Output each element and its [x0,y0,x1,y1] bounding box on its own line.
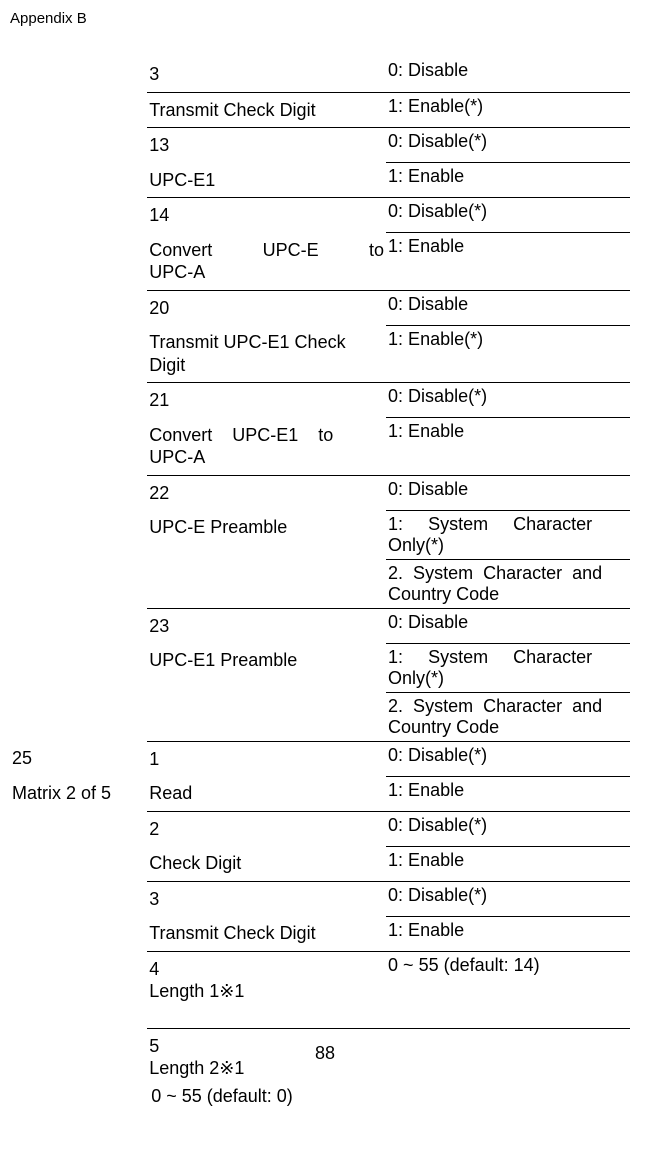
option-cell: 0: Disable(*) [386,881,630,916]
param-name: Check Digit [149,849,384,878]
param-name: Convert UPC-E1 toUPC-A [149,421,384,472]
option-cell: 0: Disable [386,608,630,643]
param-num: 22 [149,479,384,508]
option-cell: 0: Disable(*) [386,198,630,233]
option-cell: 0: Disable(*) [386,128,630,163]
option-cell: 0: Disable [386,290,630,325]
param-name: UPC-E1 Preamble [149,646,384,675]
page-header: Appendix B [10,10,630,27]
param-num: 3 [149,64,159,84]
param-num: 20 [149,294,384,323]
option-cell: 1: System Character Only(*) [386,510,630,559]
param-num: 23 [149,612,384,641]
param-num: 3 [149,885,384,914]
option-cell: 2. System Character and Country Code [386,692,630,741]
option-cell: 1: Enable(*) [386,325,630,383]
param-name: Convert UPC-E toUPC-A [149,236,384,287]
option-cell: 0: Disable(*) [386,741,630,776]
param-num: 4 [149,959,159,979]
option-cell: 0: Disable [386,57,630,92]
option-cell: 1: Enable [386,846,630,881]
option-cell: 2. System Character and Country Code [386,559,630,608]
param-num: 21 [149,386,384,415]
param-name: Read [149,779,384,808]
page-number: 88 [0,1043,650,1064]
option-cell: 1: Enable [386,776,630,811]
param-num: 14 [149,201,384,230]
option-cell: 1: Enable [386,233,630,291]
option-cell: 1: System Character Only(*) [386,643,630,692]
option-cell: 1: Enable(*) [386,92,630,128]
option-cell: 1: Enable [386,418,630,476]
option-cell: 0 ~ 55 (default: 0) [149,1083,384,1129]
option-cell: 1: Enable [386,163,630,198]
option-cell: 0 ~ 55 (default: 14) [386,951,630,1028]
param-name: Length 1※1 [149,981,244,1001]
option-cell: 0: Disable(*) [386,811,630,846]
config-table: 3 0: Disable Transmit Check Digit 1: Ena… [10,57,630,1151]
param-name: Transmit Check Digit [149,96,384,125]
option-cell: 0: Disable [386,475,630,510]
param-name: Transmit Check Digit [149,919,384,948]
param-num: 13 [149,131,384,160]
option-cell: 1: Enable [386,916,630,951]
param-name: UPC-E1 [149,166,384,195]
group-name: Matrix 2 of 5 [12,779,145,808]
param-name: UPC-E Preamble [149,513,384,542]
group-num: 25 [12,744,145,773]
param-name: Transmit UPC-E1 Check Digit [149,328,384,379]
option-cell: 0: Disable(*) [386,383,630,418]
param-num: 1 [149,745,384,774]
param-num: 2 [149,815,384,844]
param-cell: 3 [147,57,386,92]
